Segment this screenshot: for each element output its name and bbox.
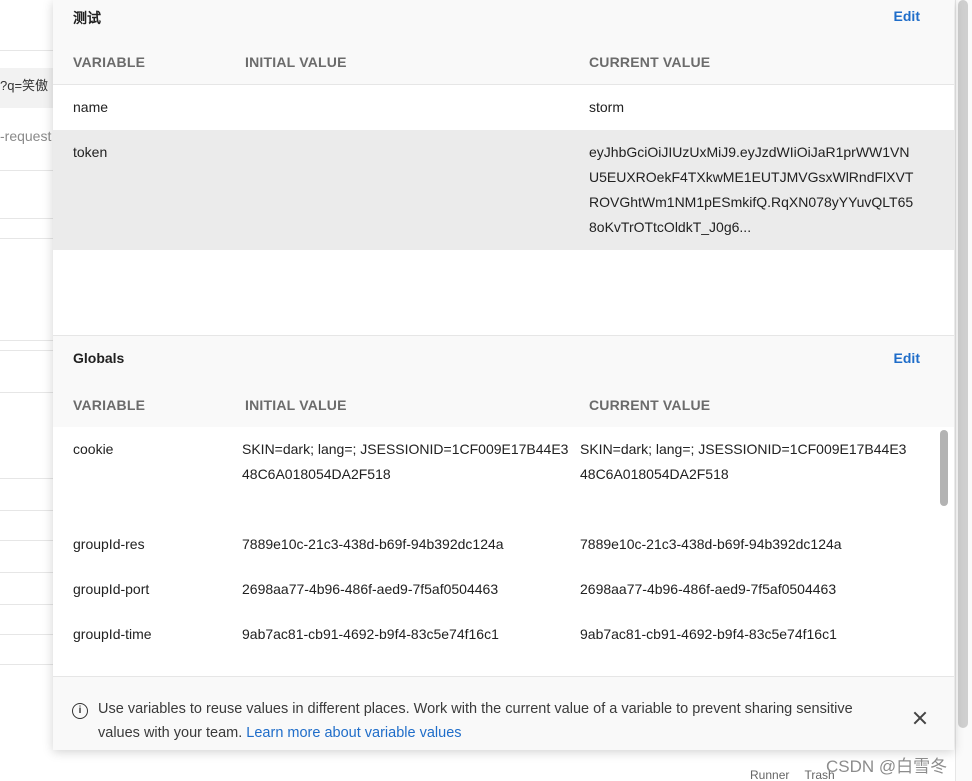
empty-area [53,250,954,336]
divider [0,540,60,541]
variable-name: token [73,144,108,160]
current-value: 9ab7ac81-cb91-4692-b9f4-83c5e74f16c1 [580,626,837,642]
edit-environment-button[interactable]: Edit [894,8,920,24]
table-row[interactable]: groupId-res 7889e10c-21c3-438d-b69f-94b3… [53,522,938,567]
info-icon: i [72,703,88,719]
variable-name: groupId-res [73,536,145,552]
table-row[interactable]: name storm [53,85,954,130]
divider [0,604,60,605]
initial-value: 2698aa77-4b96-486f-aed9-7f5af0504463 [242,581,499,597]
request-url-fragment[interactable]: ?q=笑傲 [0,68,60,108]
divider [0,170,60,171]
runner-button[interactable]: Runner [750,768,789,781]
learn-more-link[interactable]: Learn more about variable values [246,725,461,741]
variable-name: cookie [73,441,114,457]
environment-quick-look: 测试 Edit VARIABLE INITIAL VALUE CURRENT V… [53,0,954,750]
column-header-variable: VARIABLE [73,54,146,70]
divider [0,392,60,393]
current-value: 2698aa77-4b96-486f-aed9-7f5af0504463 [580,581,837,597]
globals-table[interactable]: cookie SKIN=dark; lang=; JSESSIONID=1CF0… [53,427,954,676]
table-row[interactable]: groupId-port 2698aa77-4b96-486f-aed9-7f5… [53,567,938,612]
environment-table-header: VARIABLE INITIAL VALUE CURRENT VALUE [53,40,954,85]
info-text: Use variables to reuse values in differe… [98,697,888,745]
table-row[interactable]: cookie SKIN=dark; lang=; JSESSIONID=1CF0… [53,427,938,527]
edit-globals-button[interactable]: Edit [894,350,920,366]
column-header-initial-value: INITIAL VALUE [245,54,347,70]
current-value: storm [589,99,624,115]
globals-table-header: VARIABLE INITIAL VALUE CURRENT VALUE [53,383,954,428]
divider [0,510,60,511]
current-value: 7889e10c-21c3-438d-b69f-94b392dc124a [580,536,842,552]
globals-title: Globals [73,350,125,366]
column-header-current-value: CURRENT VALUE [589,54,711,70]
current-value: SKIN=dark; lang=; JSESSIONID=1CF009E17B4… [580,441,907,482]
info-banner: i Use variables to reuse values in diffe… [53,676,954,750]
column-header-current-value: CURRENT VALUE [589,397,711,413]
info-message: Use variables to reuse values in differe… [98,701,853,741]
variable-name: groupId-time [73,626,152,642]
close-icon[interactable] [913,711,927,725]
column-header-initial-value: INITIAL VALUE [245,397,347,413]
initial-value: 9ab7ac81-cb91-4692-b9f4-83c5e74f16c1 [242,626,499,642]
initial-value: 7889e10c-21c3-438d-b69f-94b392dc124a [242,536,504,552]
background-app-left: ?q=笑傲 -request [0,0,60,781]
variable-name: groupId-port [73,581,150,597]
request-name-fragment[interactable]: -request [0,128,60,152]
table-row[interactable]: token eyJhbGciOiJIUzUxMiJ9.eyJzdWIiOiJaR… [53,130,954,250]
divider [0,340,60,341]
divider [0,572,60,573]
divider [0,634,60,635]
globals-scrollbar-thumb[interactable] [940,430,948,506]
divider [0,664,60,665]
divider [0,350,60,351]
current-value: eyJhbGciOiJIUzUxMiJ9.eyJzdWIiOiJaR1prWW1… [589,144,914,235]
environment-title: 测试 [73,10,101,26]
divider [0,218,60,219]
variable-name: name [73,99,109,115]
initial-value: SKIN=dark; lang=; JSESSIONID=1CF009E17B4… [242,441,569,482]
table-row[interactable]: groupId-time 9ab7ac81-cb91-4692-b9f4-83c… [53,612,938,657]
divider [0,50,60,51]
column-header-variable: VARIABLE [73,397,146,413]
divider [0,238,60,239]
divider [0,478,60,479]
page-scrollbar[interactable] [958,0,968,728]
watermark: CSDN @白雪冬 [826,757,948,776]
